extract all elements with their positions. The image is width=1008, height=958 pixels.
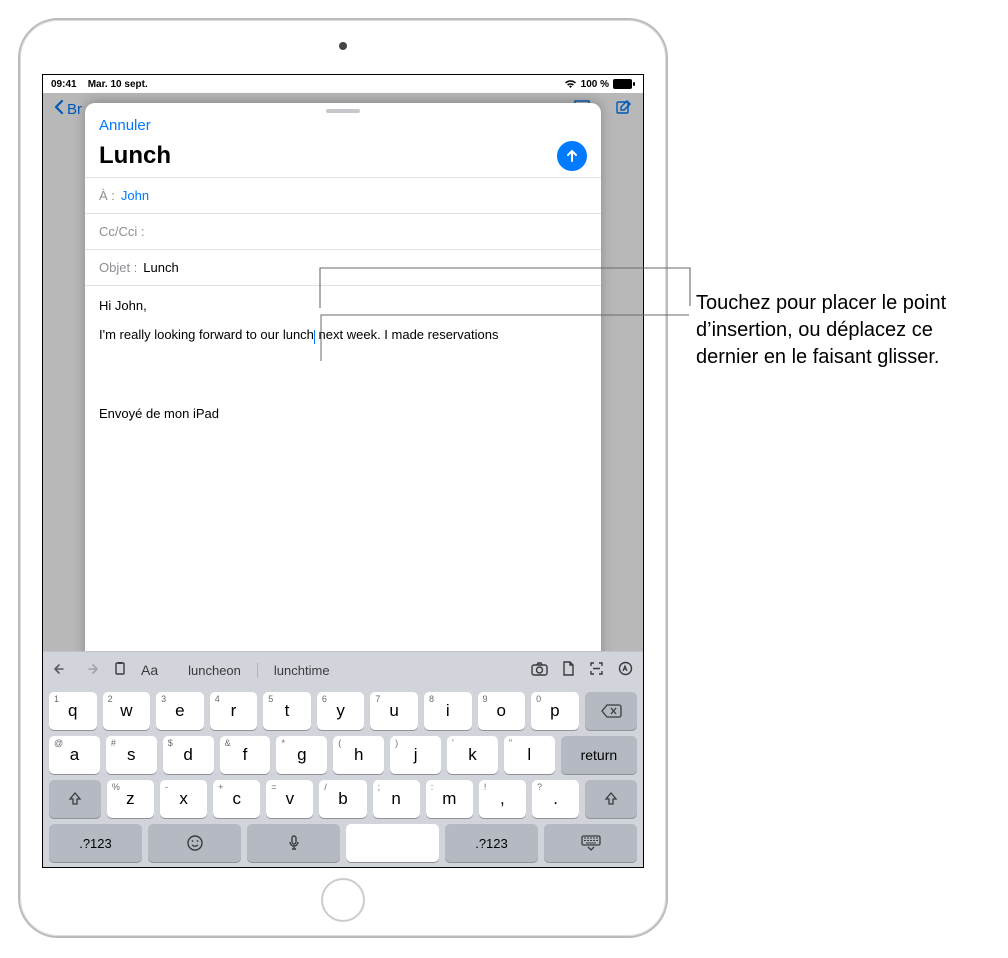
compose-sheet: Annuler Lunch À : John Cc/Cci : Objet : … [85,103,601,693]
status-battery-text: 100 % [581,79,609,90]
keyboard-toolbar: Aa luncheon lunchtime [43,652,643,688]
key-k[interactable]: 'k [447,736,498,774]
email-body[interactable]: Hi John, I'm really looking forward to o… [85,286,601,693]
key-comma[interactable]: !, [479,780,526,818]
scan-icon[interactable] [589,661,604,679]
subject-value: Lunch [143,260,178,275]
dictation-key[interactable] [247,824,340,862]
send-button[interactable] [557,141,587,171]
clipboard-icon[interactable] [113,661,127,679]
key-q[interactable]: 1q [49,692,97,730]
suggestions: luncheon lunchtime [172,663,345,678]
key-v[interactable]: =v [266,780,313,818]
shift-key-right[interactable] [585,780,637,818]
wifi-icon [564,79,577,89]
cc-field[interactable]: Cc/Cci : [85,214,601,250]
key-f[interactable]: &f [220,736,271,774]
to-field[interactable]: À : John [85,177,601,214]
key-j[interactable]: )j [390,736,441,774]
screen: 09:41 Mar. 10 sept. 100 % [42,74,644,868]
key-b[interactable]: /b [319,780,366,818]
camera-icon[interactable] [531,662,548,679]
text-format-icon[interactable]: Aa [141,662,158,678]
emoji-key[interactable] [148,824,241,862]
suggestion-2[interactable]: lunchtime [257,663,346,678]
ipad-frame: 09:41 Mar. 10 sept. 100 % [18,18,668,938]
key-p[interactable]: 0p [531,692,579,730]
key-r[interactable]: 4r [210,692,258,730]
callout-text: Touchez pour placer le point d’insertion… [696,290,996,371]
key-l[interactable]: "l [504,736,555,774]
key-y[interactable]: 6y [317,692,365,730]
dismiss-keyboard-key[interactable] [544,824,637,862]
key-numbers-left[interactable]: .?123 [49,824,142,862]
key-z[interactable]: %z [107,780,154,818]
to-value: John [121,188,149,203]
body-greeting: Hi John, [99,298,587,313]
key-s[interactable]: #s [106,736,157,774]
key-t[interactable]: 5t [263,692,311,730]
to-label: À : [99,188,115,203]
key-e[interactable]: 3e [156,692,204,730]
suggestion-1[interactable]: luncheon [172,663,257,678]
document-icon[interactable] [562,661,575,679]
keyboard: Aa luncheon lunchtime 1q2w3e4r5t6y7u8i9o… [43,651,643,867]
cancel-button[interactable]: Annuler [99,117,151,134]
status-date: Mar. 10 sept. [88,79,148,90]
key-x[interactable]: -x [160,780,207,818]
markup-icon[interactable] [618,661,633,679]
key-w[interactable]: 2w [103,692,151,730]
key-c[interactable]: +c [213,780,260,818]
key-m[interactable]: :m [426,780,473,818]
key-g[interactable]: *g [276,736,327,774]
undo-icon[interactable] [53,662,69,679]
redo-icon[interactable] [83,662,99,679]
compose-title: Lunch [99,142,171,170]
status-time: 09:41 [51,79,77,90]
return-key[interactable]: return [561,736,637,774]
shift-key-left[interactable] [49,780,101,818]
space-key[interactable] [346,824,439,862]
status-bar: 09:41 Mar. 10 sept. 100 % [43,75,643,93]
backspace-key[interactable] [585,692,637,730]
key-u[interactable]: 7u [370,692,418,730]
cc-label: Cc/Cci : [99,224,145,239]
key-n[interactable]: ;n [373,780,420,818]
email-signature: Envoyé de mon iPad [99,406,587,421]
key-d[interactable]: $d [163,736,214,774]
battery-icon [613,79,635,89]
key-period[interactable]: ?. [532,780,579,818]
home-button[interactable] [321,878,365,922]
key-numbers-right[interactable]: .?123 [445,824,538,862]
key-h[interactable]: (h [333,736,384,774]
body-line: I'm really looking forward to our lunch … [99,327,587,342]
subject-field[interactable]: Objet : Lunch [85,250,601,286]
key-o[interactable]: 9o [478,692,526,730]
camera-dot [339,42,347,50]
key-a[interactable]: @a [49,736,100,774]
subject-label: Objet : [99,260,137,275]
key-i[interactable]: 8i [424,692,472,730]
